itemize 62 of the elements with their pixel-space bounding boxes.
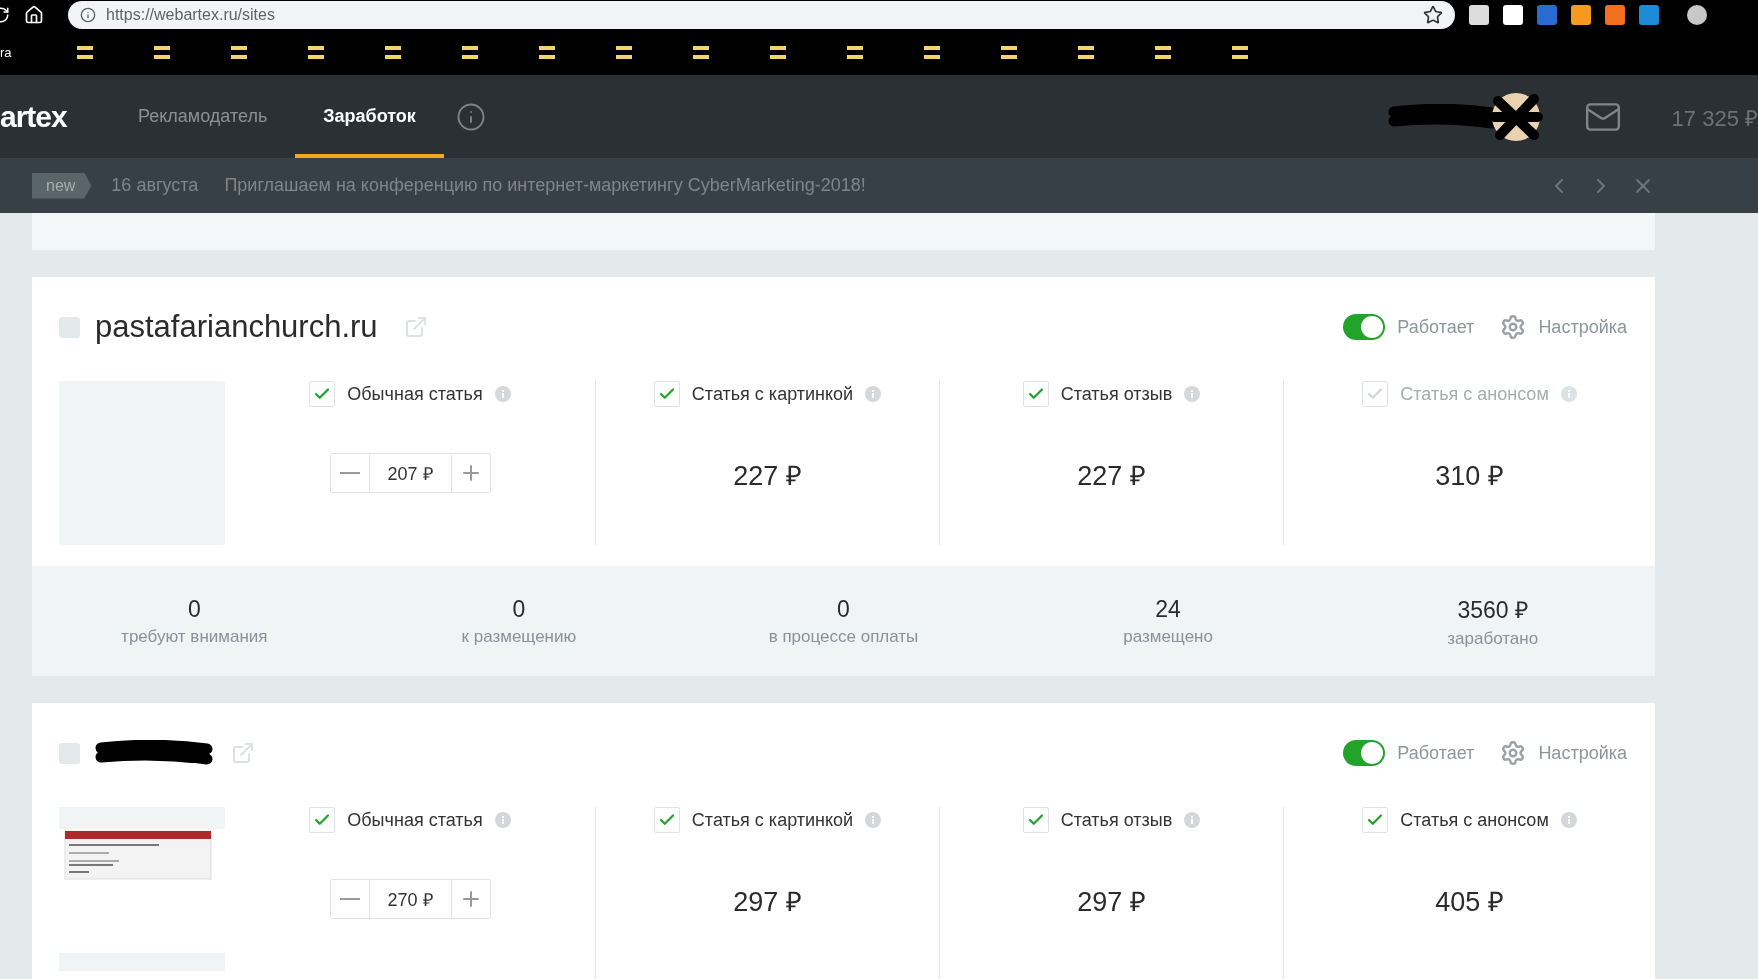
article-checkbox[interactable] [1362, 381, 1389, 407]
article-type-label: Статья отзыв [1060, 383, 1173, 405]
stat-value: 3560 ₽ [1457, 596, 1528, 625]
site-name: pastafarianchurch.ru [95, 309, 378, 345]
stat-label: заработано [1447, 629, 1539, 649]
stat-label: размещено [1123, 626, 1213, 647]
url-text: https://webartex.ru/sites [106, 6, 276, 24]
stat-label: требуют внимания [121, 626, 268, 647]
settings-icon[interactable] [1500, 314, 1527, 340]
extension-icon[interactable] [1605, 5, 1625, 25]
extension-icon[interactable] [1469, 5, 1489, 25]
home-icon[interactable] [24, 5, 44, 25]
stat-value: 0 [187, 595, 201, 623]
article-checkbox[interactable] [1022, 381, 1049, 407]
article-type-label: Статья с анонсом [1400, 809, 1549, 831]
article-type-label: Статья отзыв [1060, 809, 1173, 831]
price-value: 227 ₽ [733, 460, 802, 493]
article-checkbox[interactable] [1362, 807, 1389, 833]
new-badge: new [32, 172, 92, 199]
article-checkbox[interactable] [309, 381, 336, 407]
price-value: 405 ₽ [1435, 886, 1504, 919]
info-icon[interactable] [80, 7, 96, 23]
article-checkbox[interactable] [309, 807, 336, 833]
status-label: Работает [1397, 316, 1475, 338]
nav-tab[interactable]: Рекламодатель [110, 75, 296, 158]
article-checkbox[interactable] [1022, 807, 1049, 833]
price-value: 227 ₽ [1077, 460, 1146, 493]
article-type-label: Статья с картинкой [691, 383, 854, 405]
stat-label: к размещению [461, 626, 577, 647]
status-label: Работает [1397, 742, 1475, 764]
stat-value: 24 [1155, 595, 1181, 623]
article-type-label: Статья с картинкой [691, 809, 854, 831]
price-value: 297 ₽ [733, 886, 802, 919]
status-toggle[interactable] [1343, 740, 1386, 766]
minus-icon [339, 898, 360, 900]
bookmark-label[interactable]: ra [0, 45, 16, 60]
status-toggle[interactable] [1343, 314, 1386, 340]
info-icon[interactable] [455, 101, 486, 132]
stat-value: 0 [837, 595, 850, 623]
site-checkbox[interactable] [59, 742, 80, 764]
settings-icon[interactable] [1500, 740, 1527, 766]
article-type-label: Статья с анонсом [1400, 383, 1549, 405]
article-type-label: Обычная статья [347, 383, 483, 405]
minus-icon [339, 472, 360, 474]
article-checkbox[interactable] [653, 807, 680, 833]
article-type-label: Обычная статья [347, 809, 483, 831]
stat-label: в процессе оплаты [768, 626, 919, 647]
bookmark-star-icon[interactable] [1423, 5, 1443, 25]
price-value: 310 ₽ [1435, 460, 1504, 493]
article-checkbox[interactable] [653, 381, 680, 407]
logo[interactable]: artex [0, 75, 110, 158]
stat-value: 0 [512, 595, 526, 623]
address-bar[interactable]: https://webartex.ru/sites [68, 1, 1455, 29]
price-value: 297 ₽ [1077, 886, 1146, 919]
avatar-icon[interactable] [1687, 5, 1707, 25]
extension-icon[interactable] [1503, 5, 1523, 25]
site-checkbox[interactable] [59, 316, 80, 338]
balance: 17 325 ₽ [1671, 104, 1758, 133]
extension-icon[interactable] [1571, 5, 1591, 25]
extension-icon[interactable] [1537, 5, 1557, 25]
extension-icon[interactable] [1639, 5, 1659, 25]
notice-date: 16 августа [111, 175, 199, 196]
